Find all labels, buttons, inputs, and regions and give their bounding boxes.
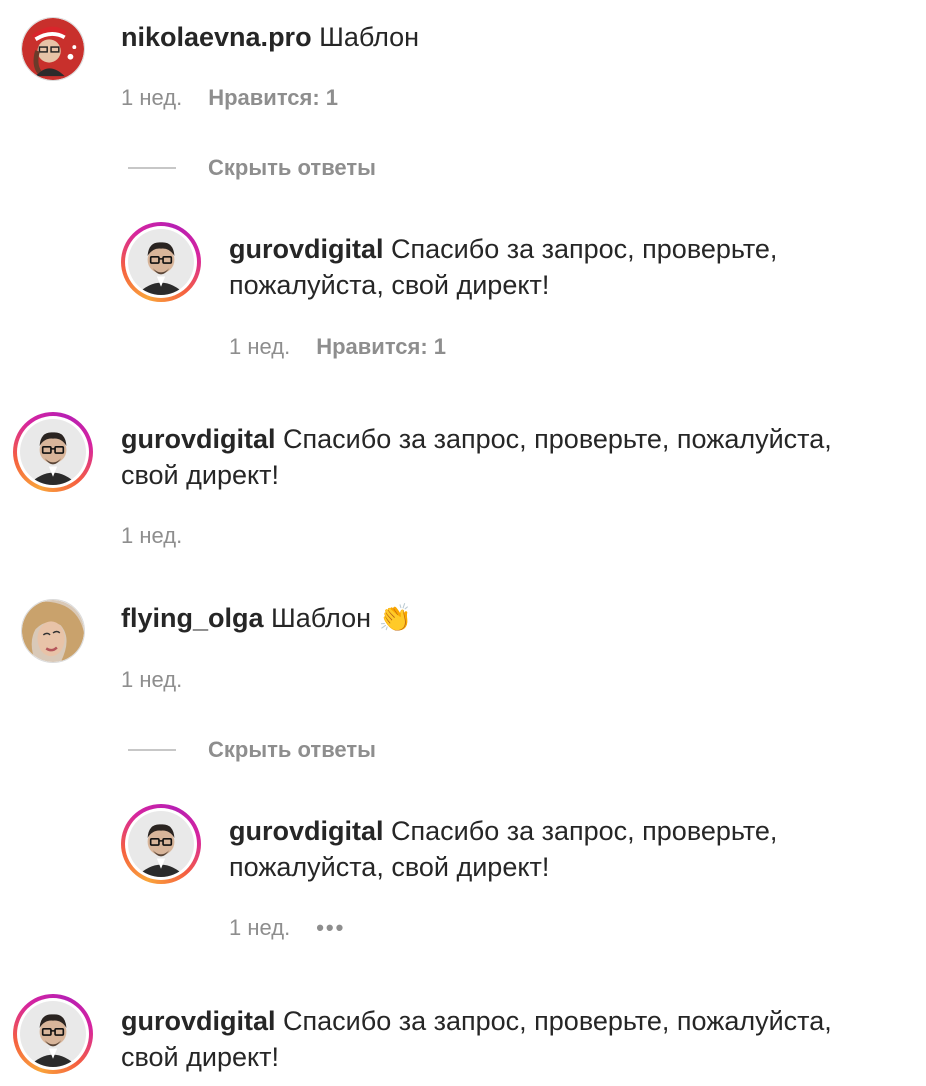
avatar-image-nikolaevna — [22, 18, 84, 80]
hide-replies-label: Скрыть ответы — [208, 155, 376, 180]
comment-text-line2: пожалуйста, свой директ! — [229, 852, 550, 882]
username[interactable]: nikolaevna.pro — [121, 22, 312, 52]
comment-text: Шаблон 👏 — [271, 603, 413, 633]
username[interactable]: flying_olga — [121, 603, 264, 633]
avatar-image-gurovdigital — [128, 229, 194, 295]
comment-meta: 1 нед. ••• — [229, 914, 345, 942]
username[interactable]: gurovdigital — [229, 816, 384, 846]
comment-text-line2: пожалуйста, свой директ! — [229, 270, 550, 300]
avatar-story-ring[interactable] — [13, 994, 93, 1074]
avatar-story-ring[interactable] — [121, 222, 201, 302]
more-options-icon[interactable]: ••• — [316, 914, 345, 942]
avatar[interactable] — [21, 599, 85, 663]
timestamp[interactable]: 1 нед. — [121, 666, 182, 694]
username[interactable]: gurovdigital — [121, 424, 276, 454]
comment-text-line2: свой директ! — [121, 460, 279, 490]
avatar-image-gurovdigital — [128, 811, 194, 877]
avatar-story-ring[interactable] — [13, 412, 93, 492]
username[interactable]: gurovdigital — [121, 1006, 276, 1036]
avatar-image-gurovdigital — [20, 1001, 86, 1067]
comment-text: Спасибо за запрос, проверьте, пожалуйста… — [283, 1006, 832, 1036]
avatar-image-flying-olga — [22, 600, 84, 662]
hide-replies-button[interactable]: Скрыть ответы — [128, 737, 376, 763]
comment-meta: 1 нед. Нравится: 1 — [229, 333, 446, 361]
timestamp[interactable]: 1 нед. — [121, 84, 182, 112]
comment-text: Спасибо за запрос, проверьте, пожалуйста… — [283, 424, 832, 454]
timestamp[interactable]: 1 нед. — [229, 914, 290, 942]
comment-meta: 1 нед. — [121, 522, 182, 550]
timestamp[interactable]: 1 нед. — [121, 522, 182, 550]
likes-count[interactable]: Нравится: 1 — [316, 333, 446, 361]
replies-divider — [128, 167, 176, 169]
hide-replies-label: Скрыть ответы — [208, 737, 376, 762]
comment-text: Спасибо за запрос, проверьте, — [391, 234, 778, 264]
replies-divider — [128, 749, 176, 751]
hide-replies-button[interactable]: Скрыть ответы — [128, 155, 376, 181]
comment-text: Спасибо за запрос, проверьте, — [391, 816, 778, 846]
comment-meta: 1 нед. Нравится: 1 — [121, 84, 338, 112]
timestamp[interactable]: 1 нед. — [229, 333, 290, 361]
username[interactable]: gurovdigital — [229, 234, 384, 264]
comment-meta: 1 нед. — [121, 666, 182, 694]
avatar[interactable] — [21, 17, 85, 81]
avatar-image-gurovdigital — [20, 419, 86, 485]
avatar-story-ring[interactable] — [121, 804, 201, 884]
comment-text-line2: свой директ! — [121, 1042, 279, 1072]
likes-count[interactable]: Нравится: 1 — [208, 84, 338, 112]
comment-text: Шаблон — [319, 22, 420, 52]
